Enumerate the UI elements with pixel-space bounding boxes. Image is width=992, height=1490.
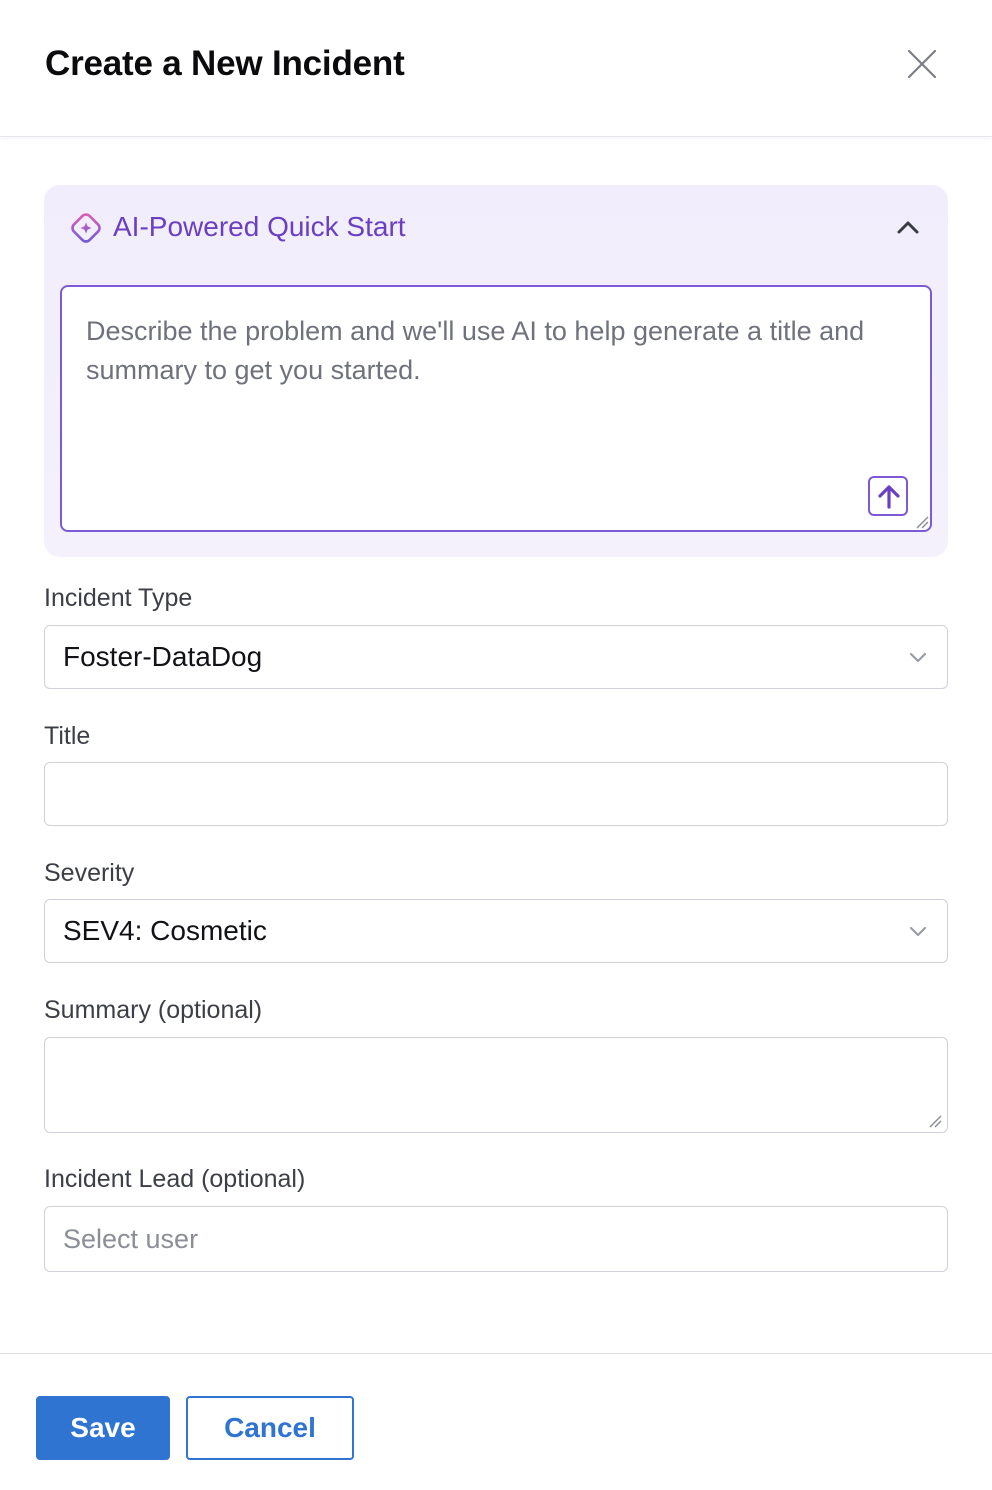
summary-input[interactable]	[45, 1038, 947, 1132]
summary-label: Summary (optional)	[44, 996, 263, 1024]
title-field	[44, 762, 948, 826]
severity-value: SEV4: Cosmetic	[63, 915, 267, 946]
ai-sparkle-icon	[71, 213, 101, 243]
chevron-down-icon	[909, 652, 927, 663]
arrow-up-icon	[878, 485, 900, 509]
resize-handle-icon[interactable]	[927, 1113, 943, 1129]
save-button[interactable]: Save	[36, 1396, 170, 1460]
close-button[interactable]	[902, 44, 942, 84]
incident-lead-label: Incident Lead (optional)	[44, 1165, 306, 1193]
incident-type-select[interactable]: Foster-DataDog	[44, 625, 948, 689]
incident-lead-input[interactable]	[45, 1207, 947, 1271]
dialog-title: Create a New Incident	[45, 44, 405, 83]
ai-quick-start-title: AI-Powered Quick Start	[113, 211, 406, 242]
title-label: Title	[44, 722, 91, 750]
incident-lead-field	[44, 1206, 948, 1272]
close-icon	[907, 49, 937, 79]
incident-type-value: Foster-DataDog	[63, 641, 263, 672]
title-input[interactable]	[45, 763, 947, 825]
summary-field	[44, 1037, 948, 1133]
ai-prompt-input[interactable]	[62, 287, 930, 530]
ai-submit-button[interactable]	[868, 476, 908, 516]
ai-quick-start-panel: AI-Powered Quick Start	[44, 185, 948, 557]
severity-label: Severity	[44, 859, 135, 887]
ai-quick-start-toggle[interactable]: AI-Powered Quick Start	[44, 185, 948, 271]
dialog-footer: Save Cancel	[0, 1353, 992, 1490]
incident-type-label: Incident Type	[44, 584, 193, 612]
create-incident-dialog: Create a New Incident AI-Powered Quick S…	[0, 0, 992, 1490]
ai-prompt-field	[60, 285, 932, 532]
chevron-down-icon	[909, 926, 927, 937]
dialog-header: Create a New Incident	[0, 0, 992, 137]
chevron-up-icon	[897, 221, 919, 234]
resize-handle-icon[interactable]	[914, 514, 930, 530]
severity-select[interactable]: SEV4: Cosmetic	[44, 899, 948, 963]
cancel-button[interactable]: Cancel	[186, 1396, 354, 1460]
